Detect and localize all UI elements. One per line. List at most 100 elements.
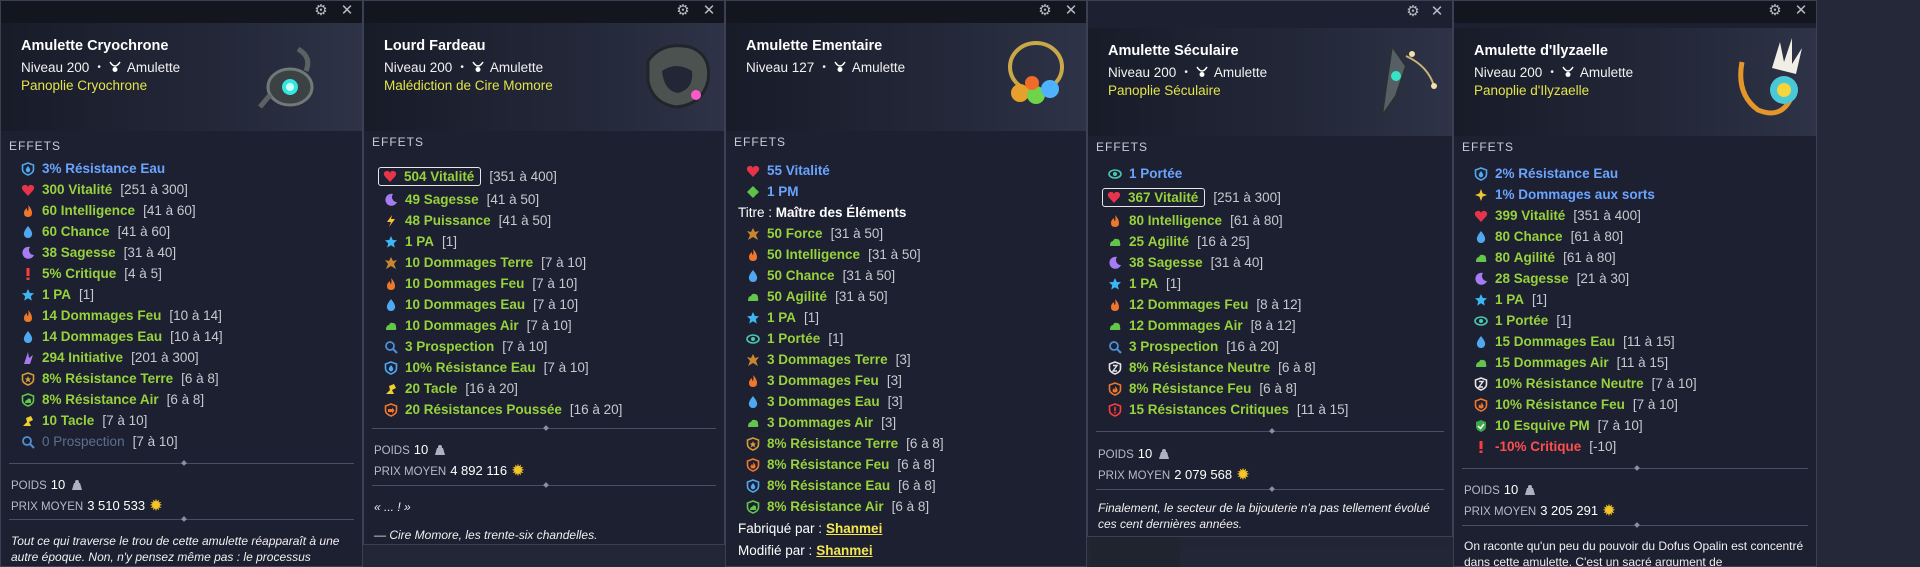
fire-icon [746, 248, 760, 262]
crafter-link[interactable]: Shanmei [816, 543, 872, 558]
effect-row: 3% Résistance Eau [21, 158, 358, 179]
push-res-icon [384, 402, 398, 417]
effect-row: 1 PA [1] [746, 307, 1082, 328]
drop-icon [384, 298, 398, 312]
eye-icon [746, 332, 760, 346]
gear-icon[interactable]: ⚙ [312, 2, 330, 20]
effect-name: Intelligence [1147, 213, 1223, 228]
effect-value: 55 [767, 163, 783, 178]
close-icon[interactable]: ✕ [338, 2, 356, 20]
effect-range: [7 à 10] [526, 318, 572, 333]
effect-value: 3 [767, 373, 775, 388]
effect-value: 2% [1495, 166, 1515, 181]
title-value: Maître des Éléments [775, 205, 907, 220]
kamas-icon: ✹ [150, 497, 162, 513]
water-res-icon [1474, 166, 1488, 181]
star-icon [1474, 293, 1488, 307]
close-icon[interactable]: ✕ [1428, 3, 1446, 21]
effect-value: 8% [767, 457, 787, 472]
effect-name: Dommages Eau [1513, 334, 1616, 349]
air-icon [1474, 356, 1488, 370]
fire-icon [1108, 298, 1122, 312]
effect-name: Portée [1506, 313, 1549, 328]
effect-value: 10 [42, 413, 58, 428]
gear-icon[interactable]: ⚙ [1766, 2, 1784, 20]
effect-row: 8% Résistance Terre [6 à 8] [21, 368, 358, 389]
effect-value: 14 [42, 329, 58, 344]
effect-row: 12 Dommages Feu [8 à 12] [1108, 294, 1448, 315]
gear-icon[interactable]: ⚙ [1036, 2, 1054, 20]
effect-name: PA [53, 287, 72, 302]
effect-name: Résistance Terre [65, 371, 174, 386]
effect-range: [1] [442, 234, 458, 249]
tooltip-header: Lourd Fardeau Niveau 200 • Amulette Malédi… [364, 23, 724, 131]
effect-row: 60 Intelligence [41 à 60] [21, 200, 358, 221]
amulet-image [1738, 38, 1802, 116]
effect-range: [6 à 8] [1278, 360, 1316, 375]
effect-row: 8% Résistance Air [6 à 8] [746, 496, 1082, 517]
effect-row: 50 Force [31 à 50] [746, 223, 1082, 244]
effects-list: 1 Portée 367 Vitalité [251 à 300] 80 Intell… [1102, 163, 1448, 420]
effect-range: [1] [1532, 292, 1548, 307]
effect-value: 60 [42, 203, 58, 218]
close-icon[interactable]: ✕ [700, 2, 718, 20]
effect-range: [41 à 60] [117, 224, 171, 239]
effects-heading: EFFETS [1096, 140, 1149, 154]
price-row: PRIX MOYEN 4 892 116 ✹ [374, 462, 524, 478]
effect-value: 38 [1129, 255, 1145, 270]
effect-value: 10 [405, 255, 421, 270]
gear-icon[interactable]: ⚙ [674, 2, 692, 20]
effect-value: 294 [42, 350, 65, 365]
crafter-link[interactable]: Shanmei [826, 521, 882, 536]
close-icon[interactable]: ✕ [1792, 2, 1810, 20]
effect-range: [31 à 50] [842, 268, 896, 283]
effect-range: [201 à 300] [131, 350, 199, 365]
effect-name: Résistance Neutre [1152, 360, 1271, 375]
effect-value: 504 [404, 168, 427, 184]
effect-row: 8% Résistance Feu [6 à 8] [746, 454, 1082, 475]
effect-name: Sagesse [1513, 271, 1569, 286]
air-icon [746, 290, 760, 304]
effect-name: Portée [1140, 166, 1183, 181]
effect-range: [1] [828, 331, 844, 346]
item-level: Niveau 127 • Amulette [746, 60, 906, 75]
tooltip-header: Amulette Cryochrone Niveau 200 • Amulette … [1, 23, 362, 131]
effect-name: Sagesse [423, 192, 479, 207]
item-title: Amulette Ementaire [746, 38, 883, 54]
effect-range: [31 à 50] [835, 289, 888, 304]
tooltip-header: Amulette Séculaire Niveau 200 • Amulette P… [1088, 28, 1452, 136]
effect-name: Dommages Terre [423, 255, 534, 270]
effect-name: Intelligence [785, 247, 861, 262]
drop-icon [1474, 335, 1488, 349]
gear-icon[interactable]: ⚙ [1404, 3, 1422, 21]
air-icon [1108, 319, 1122, 333]
effect-value: 80 [1495, 250, 1511, 265]
weight-icon [72, 480, 83, 490]
price-row: PRIX MOYEN 2 079 568 ✹ [1098, 466, 1249, 482]
effect-name: PA [1506, 292, 1525, 307]
drop-icon [21, 330, 35, 344]
item-set: Panoplie Séculaire [1108, 83, 1221, 98]
effect-range: [16 à 20] [1226, 339, 1279, 354]
divider [372, 485, 716, 486]
effect-row: 1 PM [746, 181, 1082, 202]
weight-icon [435, 445, 446, 455]
neutral-res-icon [1474, 376, 1488, 391]
effect-value: 1 [42, 287, 50, 302]
effect-value: 10 [1495, 418, 1511, 433]
crafter-label: Modifié par : [738, 542, 813, 558]
heart-icon [746, 164, 760, 178]
effect-name: Dommages Air [778, 415, 874, 430]
effect-value: 8% [42, 371, 62, 386]
power-icon [384, 214, 398, 228]
tooltip-titlebar: ⚙ ✕ [364, 1, 724, 23]
drop-icon [746, 269, 760, 283]
effect-range: [31 à 50] [830, 226, 884, 241]
effect-value: 8% [42, 392, 62, 407]
close-icon[interactable]: ✕ [1062, 2, 1080, 20]
effect-range: [11 à 15] [1616, 355, 1669, 370]
item-tooltip: ⚙ ✕ Amulette Ementaire Niveau 127 • Amulet… [725, 0, 1087, 567]
effect-value: 10% [405, 360, 433, 375]
effect-row: 10 Tacle [7 à 10] [21, 410, 358, 431]
effect-value: 1 [405, 234, 413, 249]
